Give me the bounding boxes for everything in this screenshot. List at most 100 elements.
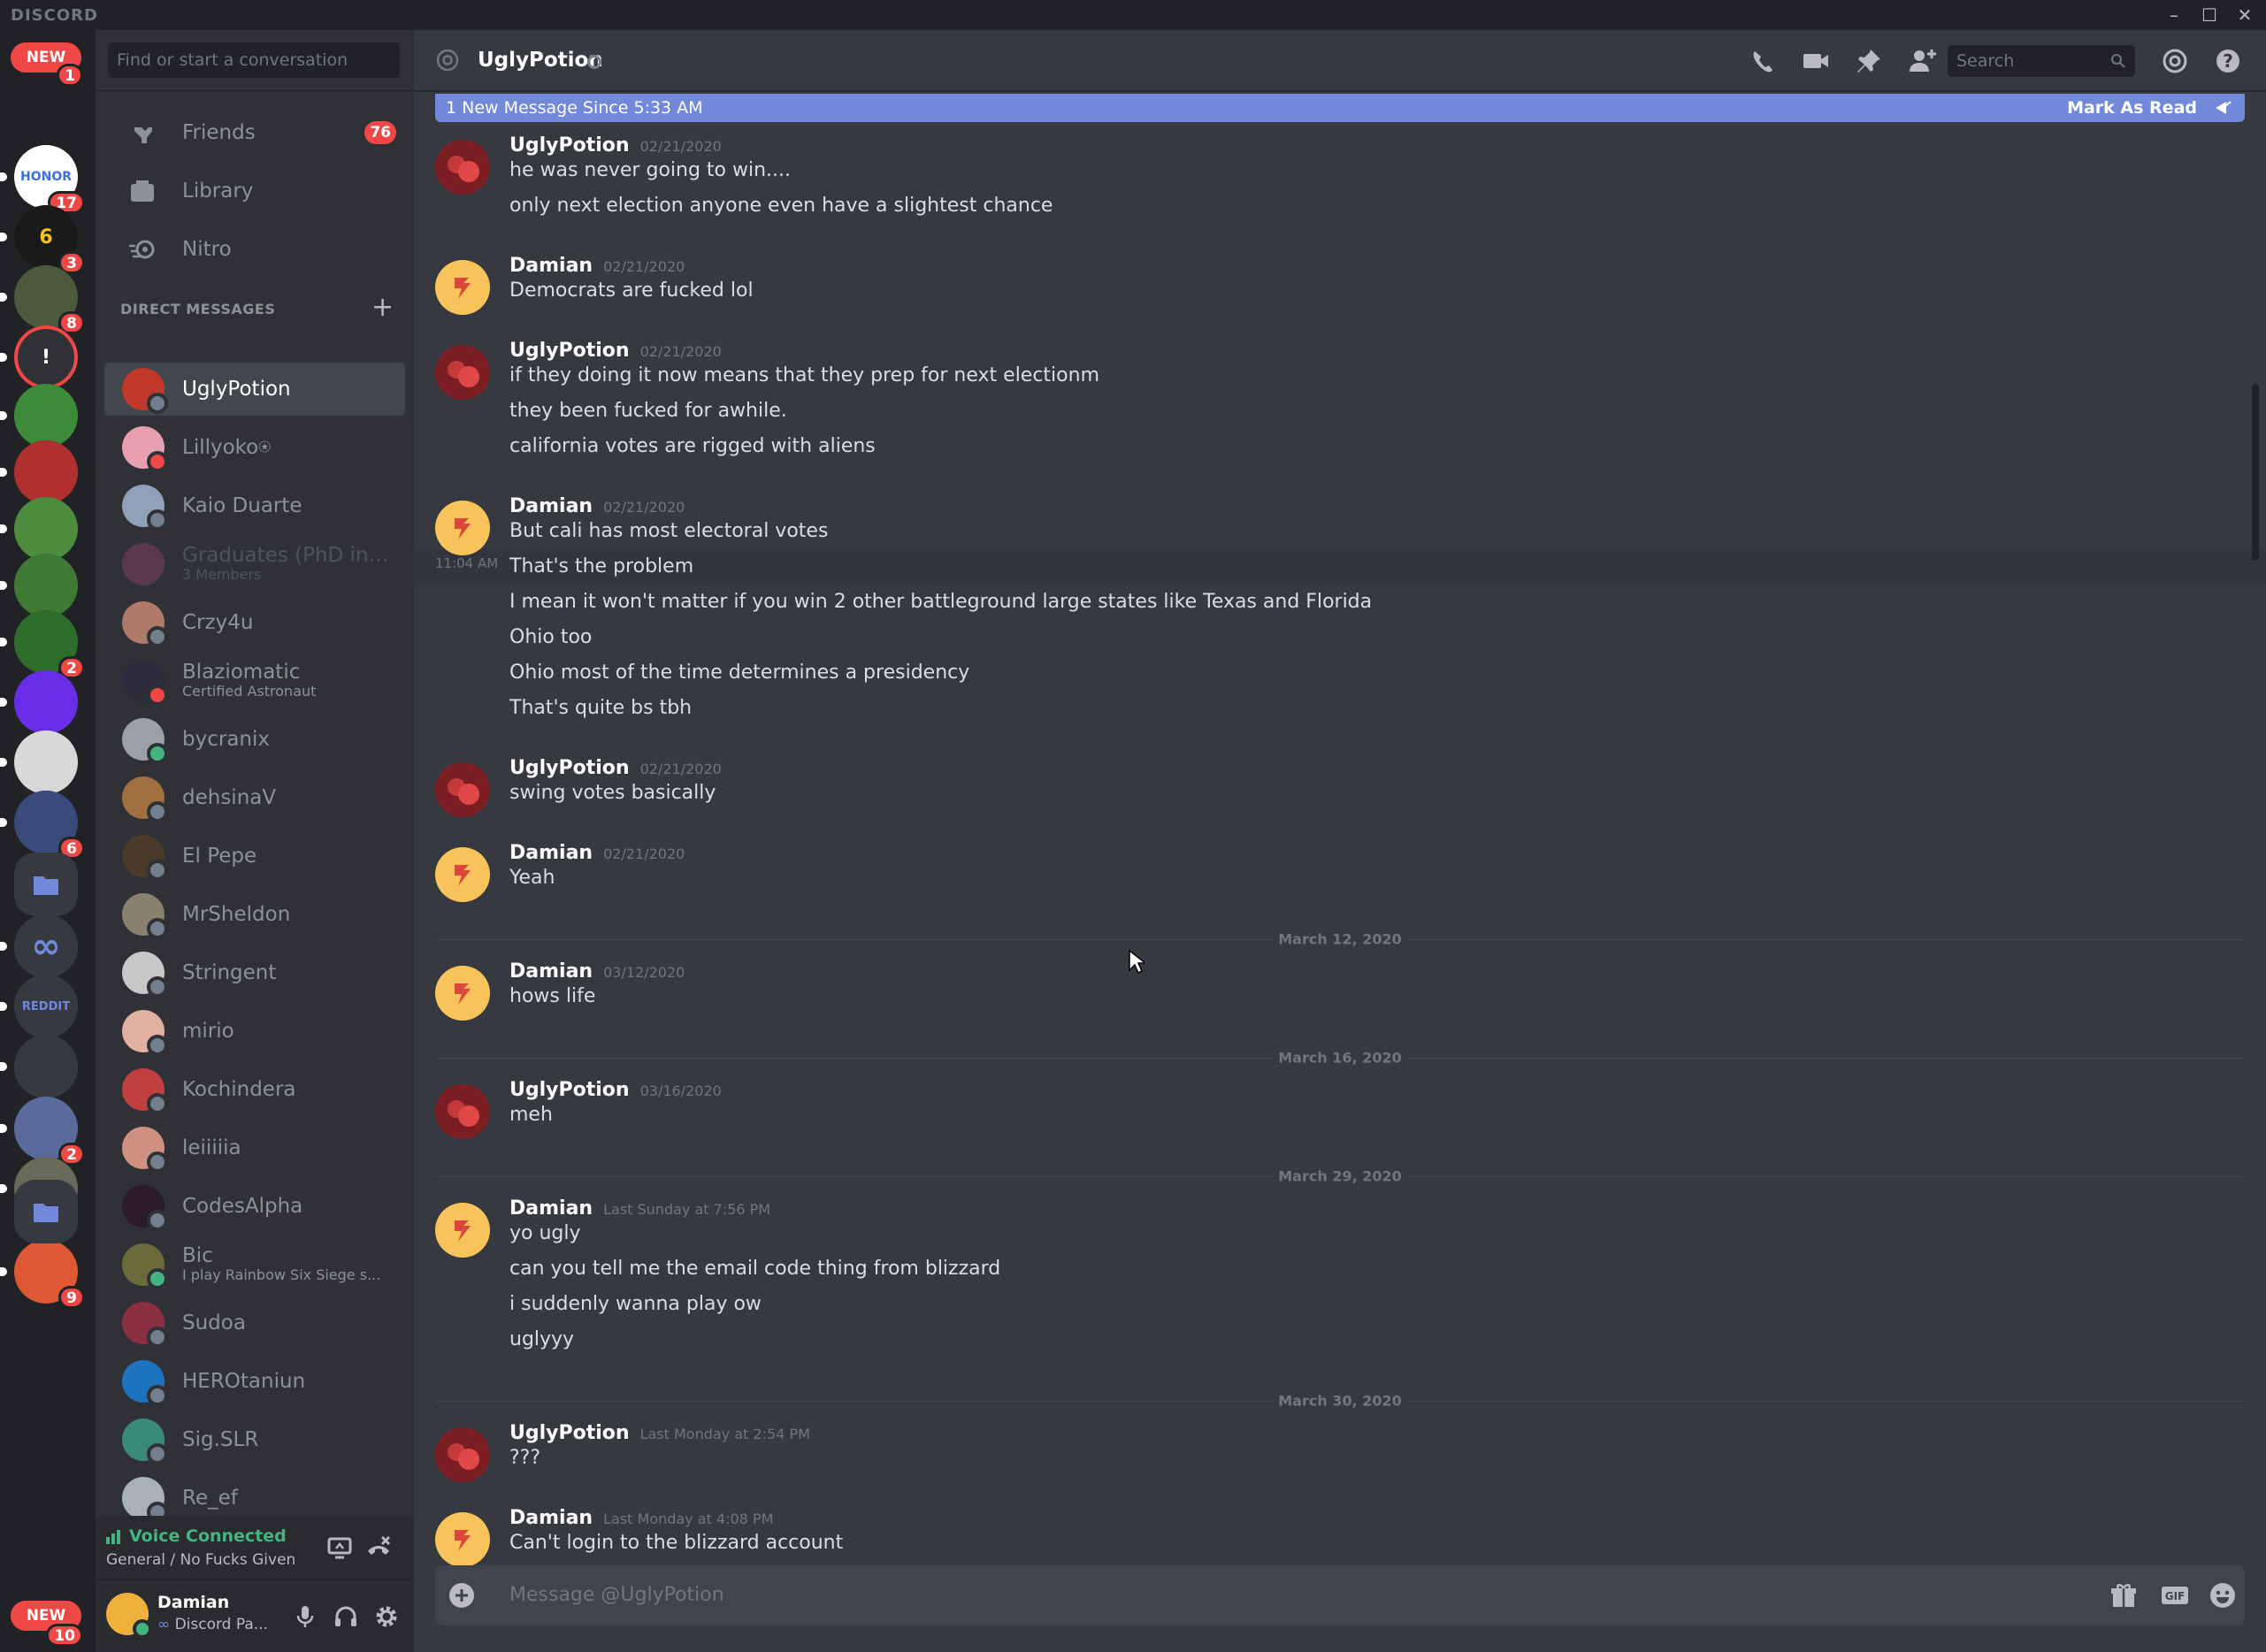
- dm-item[interactable]: CodesAlpha: [104, 1180, 405, 1233]
- message-author[interactable]: Damian 02/21/2020: [509, 842, 685, 864]
- nav-item-nitro[interactable]: Nitro: [104, 225, 405, 274]
- server-icon[interactable]: [0, 384, 78, 447]
- server-icon[interactable]: 6: [0, 791, 85, 860]
- help-icon[interactable]: ?: [2213, 46, 2243, 76]
- dm-item[interactable]: El Pepe: [104, 830, 405, 883]
- dm-item[interactable]: leiiiiia: [104, 1121, 405, 1174]
- message-avatar[interactable]: [435, 345, 490, 400]
- emoji-icon[interactable]: [2208, 1580, 2238, 1610]
- message-avatar[interactable]: [435, 501, 490, 555]
- new-servers-pill[interactable]: NEW 10: [11, 1601, 83, 1647]
- gif-icon[interactable]: GIF: [2160, 1580, 2190, 1610]
- screen-share-icon[interactable]: [325, 1533, 354, 1562]
- server-icon[interactable]: !: [0, 325, 78, 389]
- upload-plus-icon[interactable]: [448, 1581, 476, 1610]
- server-icon[interactable]: [0, 730, 78, 794]
- message-avatar[interactable]: [435, 1084, 490, 1139]
- message-author[interactable]: Damian Last Sunday at 7:56 PM: [509, 1197, 770, 1220]
- server-icon[interactable]: HONOR 17: [0, 145, 85, 214]
- mentions-icon[interactable]: [2160, 46, 2190, 76]
- server-icon[interactable]: 8: [0, 265, 85, 334]
- author-name[interactable]: UglyPotion: [509, 1422, 630, 1444]
- voice-call-icon[interactable]: [1748, 46, 1778, 76]
- nav-item-library[interactable]: Library: [104, 166, 405, 216]
- message-author[interactable]: UglyPotion 02/21/2020: [509, 134, 722, 157]
- pin-icon[interactable]: [1854, 46, 1884, 76]
- dm-item[interactable]: Stringent: [104, 946, 405, 999]
- message-avatar[interactable]: [435, 847, 490, 902]
- author-name[interactable]: Damian: [509, 1507, 593, 1529]
- message-author[interactable]: UglyPotion 02/21/2020: [509, 757, 722, 779]
- dm-item[interactable]: Sudoa: [104, 1296, 405, 1350]
- message-input[interactable]: Message @UglyPotion: [509, 1565, 724, 1625]
- dm-item[interactable]: Crzy4u: [104, 596, 405, 649]
- close-button[interactable]: ✕: [2229, 2, 2261, 28]
- dm-item[interactable]: Blaziomatic Certified Astronaut: [104, 654, 405, 707]
- server-folder[interactable]: [14, 1180, 78, 1243]
- dm-item[interactable]: Lillyoko⍟: [104, 421, 405, 474]
- minimize-button[interactable]: –: [2158, 2, 2190, 28]
- server-icon[interactable]: 63: [0, 205, 85, 274]
- create-dm-button[interactable]: +: [371, 292, 394, 324]
- server-icon[interactable]: [0, 554, 78, 617]
- author-name[interactable]: Damian: [509, 842, 593, 864]
- message-avatar[interactable]: [435, 762, 490, 817]
- server-icon[interactable]: [0, 440, 78, 504]
- server-icon[interactable]: REDDIT: [0, 975, 78, 1038]
- dm-item[interactable]: Sig.SLR: [104, 1413, 405, 1466]
- message-avatar[interactable]: [435, 966, 490, 1021]
- headphones-icon[interactable]: [333, 1603, 359, 1630]
- mark-as-read-button[interactable]: Mark As Read: [2067, 94, 2197, 122]
- server-folder[interactable]: [14, 853, 78, 916]
- author-name[interactable]: UglyPotion: [509, 757, 630, 779]
- mark-read-icon[interactable]: [2213, 99, 2232, 117]
- message-avatar[interactable]: [435, 1512, 490, 1567]
- voice-channel[interactable]: General / No Fucks Given: [106, 1551, 295, 1569]
- message-avatar[interactable]: [435, 1427, 490, 1482]
- microphone-icon[interactable]: [292, 1603, 318, 1630]
- server-icon[interactable]: 9: [0, 1240, 85, 1309]
- voice-status[interactable]: Voice Connected: [129, 1526, 287, 1546]
- new-servers-pill[interactable]: NEW 1: [11, 42, 83, 87]
- message-composer[interactable]: Message @UglyPotion GIF: [435, 1565, 2245, 1625]
- video-call-icon[interactable]: [1801, 46, 1831, 76]
- new-messages-bar[interactable]: 1 New Message Since 5:33 AM Mark As Read: [435, 94, 2245, 122]
- message-author[interactable]: Damian 02/21/2020: [509, 495, 685, 517]
- message-author[interactable]: UglyPotion 03/16/2020: [509, 1079, 722, 1101]
- server-icon[interactable]: 2: [0, 610, 85, 679]
- server-icon[interactable]: ∞: [0, 914, 78, 978]
- message-avatar[interactable]: [435, 260, 490, 315]
- dm-item[interactable]: Graduates (PhD in A... 3 Members: [104, 538, 405, 591]
- dm-item[interactable]: Kochindera: [104, 1063, 405, 1116]
- dm-item[interactable]: HEROtaniun: [104, 1355, 405, 1408]
- user-avatar[interactable]: [106, 1593, 152, 1639]
- message-avatar[interactable]: [435, 140, 490, 195]
- server-icon[interactable]: 2: [0, 1097, 85, 1166]
- message-author[interactable]: Damian 03/12/2020: [509, 960, 685, 983]
- dm-item[interactable]: Bic I play Rainbow Six Siege s...: [104, 1238, 405, 1291]
- dm-item[interactable]: MrSheldon: [104, 888, 405, 941]
- server-icon[interactable]: [0, 497, 78, 561]
- dm-item[interactable]: bycranix: [104, 713, 405, 766]
- dm-item[interactable]: mirio: [104, 1005, 405, 1058]
- message-author[interactable]: UglyPotion 02/21/2020: [509, 340, 722, 362]
- chat-search-input[interactable]: Search: [1948, 45, 2135, 77]
- gift-icon[interactable]: [2109, 1580, 2139, 1610]
- author-name[interactable]: UglyPotion: [509, 134, 630, 157]
- message-author[interactable]: Damian Last Monday at 4:08 PM: [509, 1507, 773, 1529]
- server-icon[interactable]: [0, 670, 78, 734]
- dm-item[interactable]: Kaio Duarte: [104, 479, 405, 532]
- dm-item[interactable]: dehsinaV: [104, 771, 405, 824]
- author-name[interactable]: Damian: [509, 1197, 593, 1220]
- dm-item[interactable]: UglyPotion: [104, 363, 405, 416]
- add-friend-icon[interactable]: [1907, 46, 1937, 76]
- nav-item-friends[interactable]: Friends 76: [104, 108, 405, 157]
- author-name[interactable]: Damian: [509, 495, 593, 517]
- scrollbar-thumb[interactable]: [2252, 384, 2259, 561]
- maximize-button[interactable]: ☐: [2193, 2, 2225, 28]
- server-icon[interactable]: [0, 1035, 78, 1098]
- author-name[interactable]: Damian: [509, 255, 593, 277]
- settings-gear-icon[interactable]: [373, 1603, 400, 1630]
- message-author[interactable]: Damian 02/21/2020: [509, 255, 685, 277]
- dm-search-input[interactable]: Find or start a conversation: [108, 42, 400, 78]
